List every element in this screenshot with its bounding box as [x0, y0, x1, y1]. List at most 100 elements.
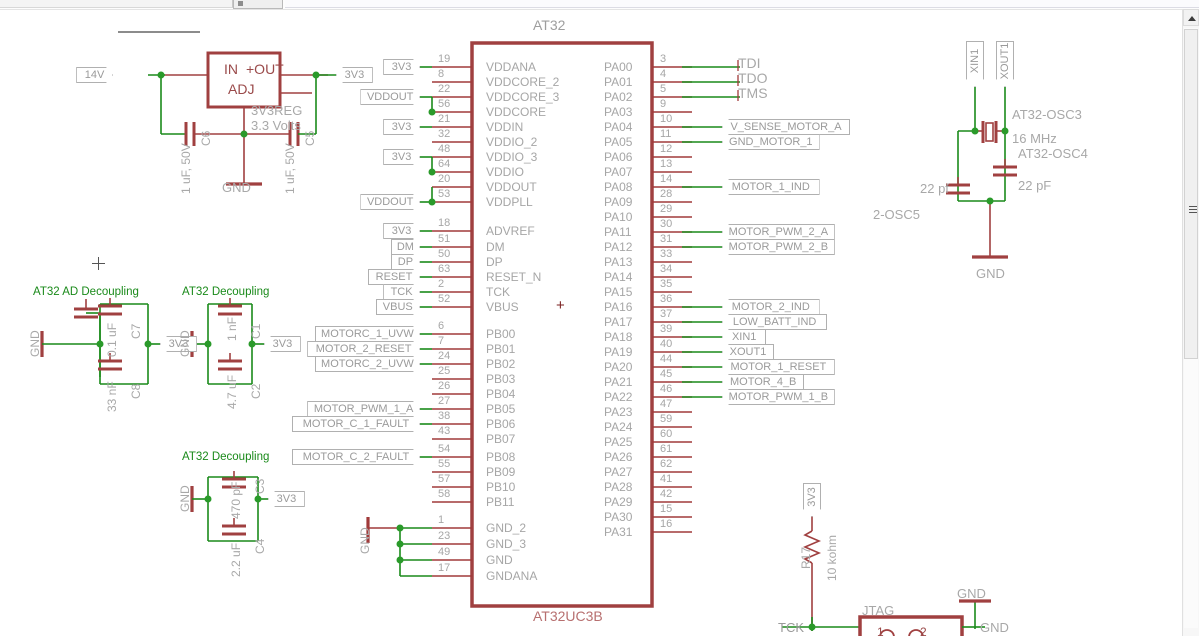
pin-name-PB08: PB08 — [486, 450, 516, 464]
pin-name-PA21: PA21 — [604, 375, 633, 389]
pin-name-DP: DP — [486, 255, 503, 269]
pin-name-PB04: PB04 — [486, 387, 516, 401]
net-label-LOW_BATT_IND[interactable]: LOW_BATT_IND — [722, 314, 828, 330]
pin-number-11: 11 — [660, 128, 672, 140]
net-label-MOTOR_2_RESET[interactable]: MOTOR_2_RESET — [307, 341, 420, 357]
cap-c1-value: 1 nF — [225, 316, 239, 341]
pin-name-PA12: PA12 — [604, 240, 633, 254]
toolbar-left-panel[interactable] — [0, 0, 233, 8]
pin-number-46: 46 — [660, 383, 673, 395]
cap-c4-value: 2.2 uF — [229, 542, 243, 577]
pin-number-2: 2 — [438, 278, 445, 290]
cap-c5-value: 1 uF, 50V — [283, 143, 297, 194]
net-label-3v3-reg-out[interactable]: 3V3 — [336, 67, 373, 83]
pin-number-15: 15 — [660, 503, 673, 515]
vertical-scrollbar[interactable] — [1182, 9, 1199, 636]
net-label-XOUT1[interactable]: XOUT1 — [722, 344, 774, 360]
crystal-ref: AT32-OSC3 — [1012, 107, 1082, 122]
osc-gnd-label: GND — [976, 266, 1005, 281]
pin-number-9: 9 — [660, 98, 667, 110]
pin-number-6: 6 — [438, 320, 445, 332]
net-label-TCK[interactable]: TCK — [383, 284, 420, 300]
pin-name-PA24: PA24 — [604, 420, 633, 434]
net-label-MOTORC_2_UVW[interactable]: MOTORC_2_UVW — [314, 356, 420, 372]
pin-number-12: 12 — [660, 143, 673, 155]
net-label-xin1[interactable]: XIN1 — [966, 41, 984, 87]
pin-name-PB07: PB07 — [486, 432, 516, 446]
toolbar-button-group[interactable] — [233, 0, 283, 9]
net-label-MOTOR_1_RESET[interactable]: MOTOR_1_RESET — [722, 359, 835, 375]
net-label-3v3-dec1[interactable]: 3V3 — [264, 336, 301, 352]
pin-number-13: 13 — [660, 158, 673, 170]
net-label-3V3[interactable]: 3V3 — [383, 59, 420, 75]
pin-number-58: 58 — [438, 488, 451, 500]
net-label-MOTORC_1_UVW[interactable]: MOTORC_1_UVW — [314, 326, 420, 342]
scrollbar-thumb[interactable] — [1184, 29, 1198, 359]
pin-number-53: 53 — [438, 188, 451, 200]
pin-name-PA28: PA28 — [604, 480, 633, 494]
pin-name-PB00: PB00 — [486, 327, 516, 341]
regulator-out-label: +OUT — [246, 61, 284, 77]
net-label-xout1[interactable]: XOUT1 — [996, 41, 1014, 87]
net-label-3V3[interactable]: 3V3 — [383, 223, 420, 239]
toolbar-glyph-icon — [238, 1, 243, 6]
pin-number-39: 39 — [660, 323, 673, 335]
pin-number-43: 43 — [438, 425, 451, 437]
pin-number-17: 17 — [438, 562, 451, 574]
pin-name-PA04: PA04 — [604, 120, 633, 134]
pin-name-PA14: PA14 — [604, 270, 633, 284]
pin-name-GNDANA: GNDANA — [486, 569, 538, 583]
pin-name-PA22: PA22 — [604, 390, 633, 404]
net-label-MOTOR_2_IND[interactable]: MOTOR_2_IND — [722, 299, 820, 315]
cap-c2-value: 4.7 uF — [225, 374, 239, 409]
pin-name-PB03: PB03 — [486, 372, 516, 386]
scroll-up-arrow-icon[interactable] — [1183, 9, 1199, 26]
net-label-3v3-dec2[interactable]: 3V3 — [268, 491, 305, 507]
net-label-3V3[interactable]: 3V3 — [383, 149, 420, 165]
net-label-MOTOR_PWM_2_B[interactable]: MOTOR_PWM_2_B — [722, 239, 835, 255]
net-label-XIN1[interactable]: XIN1 — [722, 329, 767, 345]
pin-name-PA13: PA13 — [604, 255, 633, 269]
chip-title: AT32 — [533, 17, 566, 33]
pin-number-37: 37 — [660, 308, 673, 320]
net-label-MOTOR_C_1_FAULT[interactable]: MOTOR_C_1_FAULT — [292, 416, 420, 432]
pin-number-50: 50 — [438, 248, 451, 260]
pin-number-36: 36 — [660, 293, 673, 305]
net-label-MOTOR_PWM_1_A[interactable]: MOTOR_PWM_1_A — [307, 401, 420, 417]
net-label-3V3[interactable]: 3V3 — [383, 119, 420, 135]
pin-number-44: 44 — [660, 353, 673, 365]
pin-number-42: 42 — [660, 488, 673, 500]
pin-name-PA27: PA27 — [604, 465, 633, 479]
net-label-RESET[interactable]: RESET — [368, 269, 420, 285]
net-label-VBUS[interactable]: VBUS — [375, 299, 420, 315]
regulator-in-label: IN — [224, 61, 238, 77]
pin-name-PA25: PA25 — [604, 435, 633, 449]
pin-number-33: 33 — [660, 248, 673, 260]
pin-name-PB06: PB06 — [486, 417, 516, 431]
pin-number-63: 63 — [438, 263, 451, 275]
toolbar-right-panel[interactable] — [285, 0, 1199, 8]
net-label-GND_MOTOR_1[interactable]: GND_MOTOR_1 — [722, 134, 820, 150]
pin-name-PA16: PA16 — [604, 300, 633, 314]
pin-name-PA07: PA07 — [604, 165, 633, 179]
net-label-MOTOR_4_B[interactable]: MOTOR_4_B — [722, 374, 805, 390]
pin-name-PA17: PA17 — [604, 315, 633, 329]
schematic-canvas[interactable]: VDDANA 19 VDDCORE_2 8 VDDCORE_3 22 VDDCORE 56 VD… — [0, 9, 1183, 636]
pin-number-8: 8 — [438, 68, 445, 80]
pin-name-PA26: PA26 — [604, 450, 633, 464]
pin-name-PA11: PA11 — [604, 225, 632, 239]
net-label-VDDOUT[interactable]: VDDOUT — [360, 89, 420, 105]
pin-name-VDDIO_3: VDDIO_3 — [486, 150, 538, 164]
pin-name-DM: DM — [486, 240, 505, 254]
scrollbar-grip-icon — [1189, 206, 1197, 213]
net-label-MOTOR_PWM_1_B[interactable]: MOTOR_PWM_1_B — [722, 389, 835, 405]
net-label-VDDOUT[interactable]: VDDOUT — [360, 194, 420, 210]
net-label-MOTOR_C_2_FAULT[interactable]: MOTOR_C_2_FAULT — [292, 449, 420, 465]
schematic-editor-window: VDDANA 19 VDDCORE_2 8 VDDCORE_3 22 VDDCORE 56 VD… — [0, 0, 1199, 636]
net-label-V_SENSE_MOTOR_A[interactable]: V_SENSE_MOTOR_A — [722, 119, 850, 135]
net-label-MOTOR_PWM_2_A[interactable]: MOTOR_PWM_2_A — [722, 224, 835, 240]
net-label-MOTOR_1_IND[interactable]: MOTOR_1_IND — [722, 179, 820, 195]
net-label-14v[interactable]: 14V — [76, 67, 113, 83]
pin-name-VDDCORE_2: VDDCORE_2 — [486, 75, 560, 89]
pin-number-7: 7 — [438, 335, 445, 347]
